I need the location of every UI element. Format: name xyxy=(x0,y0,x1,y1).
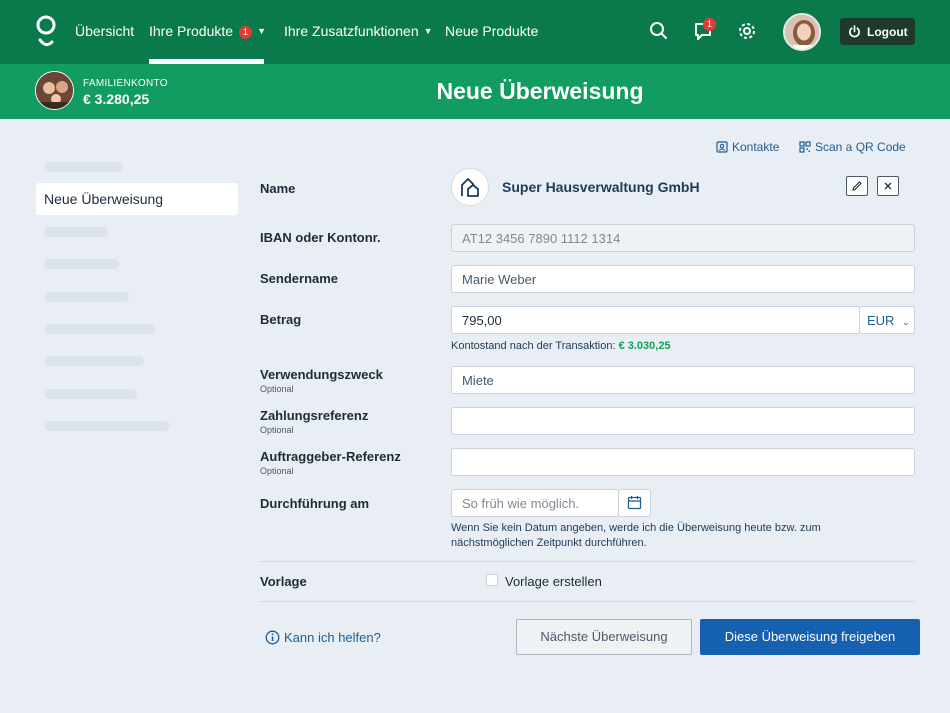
power-icon xyxy=(849,25,860,38)
house-icon xyxy=(461,178,479,197)
balance-after-value: € 3.030,25 xyxy=(618,340,671,352)
client-reference-label: Auftraggeber-Referenz xyxy=(260,449,401,464)
notification-badge: 1 xyxy=(239,26,253,39)
nav-item-uebersicht[interactable]: Übersicht xyxy=(75,23,134,39)
info-icon xyxy=(265,630,280,645)
account-header: FAMILIENKONTO € 3.280,25 Neue Überweisun… xyxy=(0,64,950,119)
calendar-button[interactable] xyxy=(618,489,651,517)
sender-label: Sendername xyxy=(260,271,339,286)
payment-reference-field[interactable] xyxy=(451,407,915,435)
template-label: Vorlage xyxy=(260,574,307,589)
sidebar-item-neue-ueberweisung[interactable]: Neue Überweisung xyxy=(36,183,238,215)
contacts-link[interactable]: Kontakte xyxy=(716,140,779,154)
help-link[interactable]: Kann ich helfen? xyxy=(265,630,381,645)
scan-qr-label: Scan a QR Code xyxy=(815,140,906,154)
sidebar-placeholder xyxy=(44,292,129,302)
sidebar-placeholder xyxy=(44,259,119,269)
execution-date-field[interactable]: So früh wie möglich. xyxy=(451,489,619,517)
purpose-optional: Optional xyxy=(260,384,294,394)
currency-select[interactable]: EUR ⌄ xyxy=(859,306,915,334)
top-navigation: Übersicht Ihre Produkte 1 ▼ Ihre Zusatzfun… xyxy=(0,0,950,64)
nav-item-label: Übersicht xyxy=(75,23,135,39)
search-icon[interactable] xyxy=(648,20,670,42)
qr-code-icon xyxy=(799,141,811,153)
create-template-label[interactable]: Vorlage erstellen xyxy=(505,574,602,589)
name-label: Name xyxy=(260,181,296,196)
sidebar-placeholder xyxy=(44,324,156,334)
sidebar-placeholder xyxy=(44,227,108,237)
date-hint-line-2: nächstmöglichen Zeitpunkt durchführen. xyxy=(451,537,647,549)
edit-button[interactable] xyxy=(846,176,868,196)
gear-icon[interactable] xyxy=(736,20,758,42)
calendar-icon xyxy=(627,496,642,510)
chevron-down-icon: ⌄ xyxy=(902,317,910,327)
purpose-field[interactable]: Miete xyxy=(451,366,915,394)
nav-item-neue-produkte[interactable]: Neue Produkte xyxy=(445,23,538,39)
sidebar-item-label: Neue Überweisung xyxy=(44,191,164,207)
currency-label: EUR xyxy=(867,313,895,328)
chat-notification-badge: 1 xyxy=(703,18,716,31)
sidebar-placeholder xyxy=(44,389,137,399)
amount-field[interactable]: 795,00 xyxy=(451,306,860,334)
help-label: Kann ich helfen? xyxy=(284,630,381,645)
next-transfer-button[interactable]: Nächste Überweisung xyxy=(516,619,692,655)
scan-qr-link[interactable]: Scan a QR Code xyxy=(799,140,906,154)
nav-item-label: Ihre Produkte xyxy=(149,23,234,39)
nav-item-zusatzfunktionen[interactable]: Ihre Zusatzfunktionen ▼ xyxy=(284,23,433,39)
pencil-icon xyxy=(852,181,862,191)
sidebar-placeholder xyxy=(44,162,123,172)
logout-label: Logout xyxy=(867,24,908,39)
user-avatar[interactable] xyxy=(783,13,821,51)
payment-reference-optional: Optional xyxy=(260,425,294,435)
nav-item-label: Ihre Zusatzfunktionen xyxy=(284,23,419,39)
balance-hint-label: Kontostand nach der Transaktion: xyxy=(451,340,616,352)
submit-transfer-button[interactable]: Diese Überweisung freigeben xyxy=(700,619,920,655)
amount-label: Betrag xyxy=(260,312,302,327)
sidebar-placeholder xyxy=(44,421,170,431)
nav-item-label: Neue Produkte xyxy=(445,23,539,39)
contacts-label: Kontakte xyxy=(732,140,780,154)
chevron-down-icon: ▼ xyxy=(423,26,433,36)
sender-name-field[interactable]: Marie Weber xyxy=(451,265,915,293)
client-reference-field[interactable] xyxy=(451,448,915,476)
divider xyxy=(260,561,915,562)
date-hint-line-1: Wenn Sie kein Datum angeben, werde ich d… xyxy=(451,522,821,534)
payee-logo xyxy=(451,168,489,206)
purpose-label: Verwendungszweck xyxy=(260,367,383,382)
nav-item-ihre-produkte[interactable]: Ihre Produkte 1 ▼ xyxy=(149,23,266,39)
sidebar-placeholder xyxy=(44,356,144,366)
remove-button[interactable] xyxy=(877,176,899,196)
iban-field: AT12 3456 7890 1112 1314 xyxy=(451,224,915,252)
page-title: Neue Überweisung xyxy=(436,78,644,104)
payee-name: Super Hausverwaltung GmbH xyxy=(502,179,700,195)
chevron-down-icon: ▼ xyxy=(257,26,266,36)
execution-date-label: Durchführung am xyxy=(260,496,370,511)
contact-card-icon xyxy=(716,141,728,153)
iban-label: IBAN oder Kontonr. xyxy=(260,230,381,245)
logo-icon[interactable] xyxy=(34,14,58,50)
logout-button[interactable]: Logout xyxy=(840,18,915,45)
payment-reference-label: Zahlungsreferenz xyxy=(260,408,369,423)
client-reference-optional: Optional xyxy=(260,466,294,476)
close-icon xyxy=(884,182,892,190)
balance-after-hint: Kontostand nach der Transaktion: € 3.030… xyxy=(451,340,671,352)
create-template-checkbox[interactable] xyxy=(486,574,498,586)
divider xyxy=(260,601,915,602)
